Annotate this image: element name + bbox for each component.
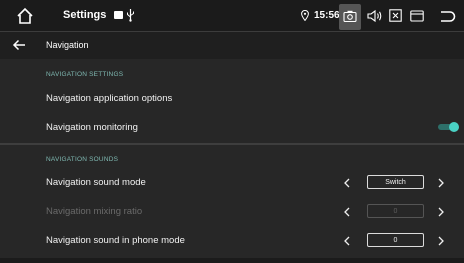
app-options-item[interactable]: Navigation application options [46,93,172,104]
section-divider [0,143,464,145]
phone-mode-label: Navigation sound in phone mode [46,235,185,246]
toggle-knob[interactable] [449,122,459,132]
screenshot-icon[interactable] [343,10,357,22]
phone-mode-prev-icon[interactable] [343,236,351,246]
sound-mode-next-icon[interactable] [437,178,445,188]
phone-mode-value[interactable]: 0 [367,233,424,247]
home-icon[interactable] [16,7,34,25]
sd-card-icon [114,11,123,19]
mixing-ratio-next-icon[interactable] [437,207,445,217]
usb-icon [127,9,134,22]
window-icon[interactable] [410,9,424,22]
clock: 15:56 [314,10,340,21]
title-bar: Navigation [0,32,464,59]
location-pin-icon [301,10,309,21]
status-bar: Settings 15:56 [0,0,464,32]
sound-mode-value[interactable]: Switch [367,175,424,189]
app-title: Settings [63,9,107,21]
back-arrow-icon[interactable] [12,39,26,51]
page-title: Navigation [46,40,89,50]
back-icon[interactable] [438,8,456,24]
section-header-sounds: NAVIGATION SOUNDS [46,156,119,163]
close-box-icon[interactable] [389,9,402,22]
monitoring-label: Navigation monitoring [46,122,138,133]
sound-mode-label: Navigation sound mode [46,177,146,188]
bottom-divider [0,258,464,263]
sound-mode-prev-icon[interactable] [343,178,351,188]
section-header-settings: NAVIGATION SETTINGS [46,71,124,78]
mixing-ratio-prev-icon[interactable] [343,207,351,217]
phone-mode-next-icon[interactable] [437,236,445,246]
mixing-ratio-value: 0 [367,204,424,218]
volume-icon[interactable] [367,9,383,23]
mixing-ratio-label: Navigation mixing ratio [46,206,143,217]
